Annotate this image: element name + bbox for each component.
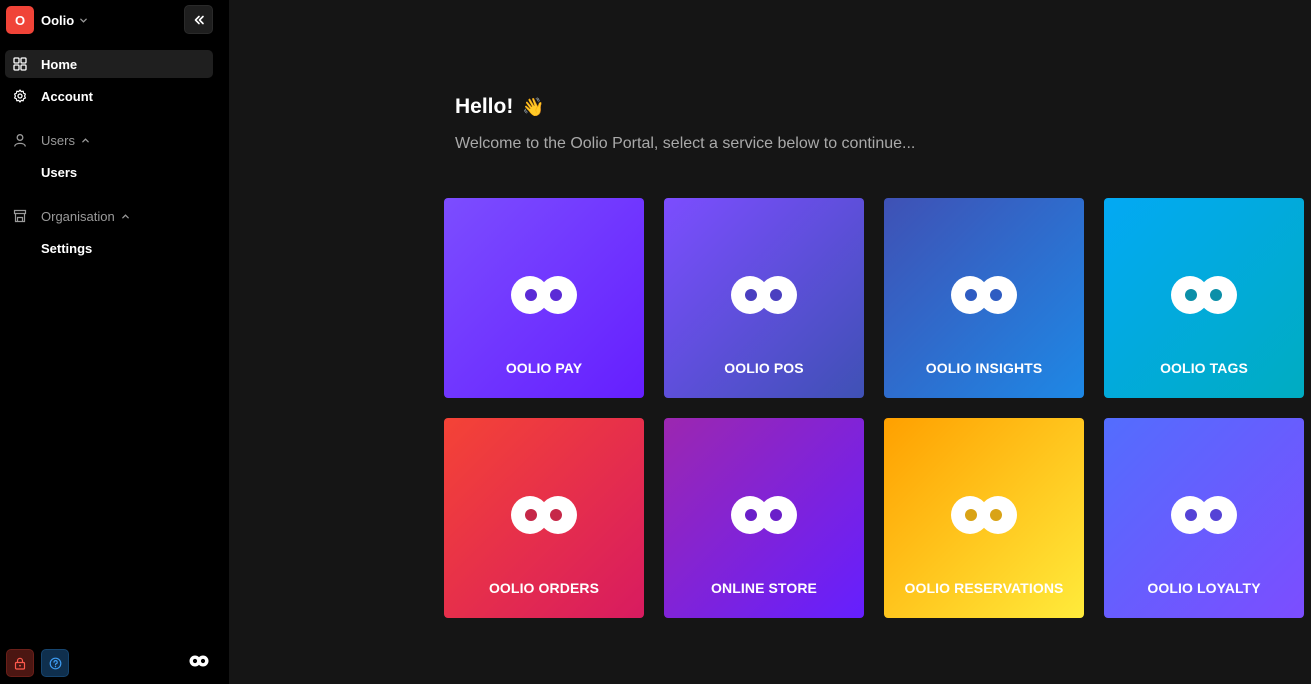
nav-group-label-organisation: Organisation (41, 208, 115, 224)
service-tile-label: OOLIO LOYALTY (1147, 580, 1261, 596)
help-icon (49, 657, 61, 669)
chevron-down-icon (79, 16, 88, 25)
service-tile[interactable]: OOLIO INSIGHTS (884, 198, 1084, 398)
welcome-subtitle: Welcome to the Oolio Portal, select a se… (455, 135, 916, 152)
lock-button[interactable] (6, 649, 34, 677)
greeting: Hello! 👋 (455, 93, 545, 121)
oolio-logo-icon (511, 276, 577, 314)
service-tile[interactable]: ONLINE STORE (664, 418, 864, 618)
org-name: Oolio (41, 12, 75, 28)
oolio-logo-icon (1171, 276, 1237, 314)
sidebar-item-users[interactable]: Users (36, 159, 206, 185)
nav-item-home[interactable]: Home (5, 50, 213, 78)
sidebar: O Oolio Home Account Users Users Organis… (0, 0, 229, 684)
service-tile-label: OOLIO RESERVATIONS (904, 580, 1064, 596)
service-tile[interactable]: OOLIO PAY (444, 198, 644, 398)
user-icon (12, 132, 28, 148)
service-tile-label: OOLIO TAGS (1160, 360, 1248, 376)
service-tile[interactable]: OOLIO TAGS (1104, 198, 1304, 398)
oolio-logo-icon (511, 496, 577, 534)
grid-icon (12, 56, 28, 72)
oolio-logo-icon (951, 276, 1017, 314)
greeting-text: Hello! (455, 95, 514, 118)
oolio-logo-icon (951, 496, 1017, 534)
service-tile-label: OOLIO POS (724, 360, 804, 376)
double-chevron-left-icon (194, 15, 204, 24)
oolio-logo-icon (189, 655, 209, 667)
sidebar-item-label: Users (41, 164, 78, 180)
nav-group-label-users: Users (41, 132, 75, 148)
org-switcher[interactable]: O Oolio (6, 6, 126, 34)
main-content: Hello! 👋 Welcome to the Oolio Portal, se… (229, 0, 1311, 684)
service-tile[interactable]: OOLIO POS (664, 198, 864, 398)
lock-icon (14, 657, 26, 670)
nav-item-account[interactable]: Account (5, 82, 213, 110)
collapse-sidebar-button[interactable] (184, 5, 213, 34)
oolio-logo-icon (731, 496, 797, 534)
chevron-up-icon (121, 212, 130, 221)
nav-label-home: Home (41, 56, 78, 72)
nav-label-account: Account (41, 88, 93, 104)
nav-group-organisation[interactable]: Organisation (5, 203, 213, 229)
org-logo: O (6, 6, 34, 34)
service-tile-label: ONLINE STORE (711, 580, 817, 596)
service-tile-label: OOLIO PAY (505, 360, 583, 376)
oolio-logo-icon (731, 276, 797, 314)
service-tile-label: OOLIO INSIGHTS (925, 360, 1043, 376)
help-button[interactable] (41, 649, 69, 677)
waving-hand-icon: 👋 (522, 96, 545, 117)
oolio-logo-icon (1171, 496, 1237, 534)
gear-icon (12, 88, 28, 104)
chevron-up-icon (81, 136, 90, 145)
store-icon (12, 208, 28, 224)
nav-group-users[interactable]: Users (5, 127, 213, 153)
sidebar-item-settings[interactable]: Settings (36, 235, 206, 261)
service-tile-label: OOLIO ORDERS (488, 580, 600, 596)
service-tile[interactable]: OOLIO RESERVATIONS (884, 418, 1084, 618)
service-tile[interactable]: OOLIO ORDERS (444, 418, 644, 618)
sidebar-item-label: Settings (41, 240, 93, 256)
service-tile[interactable]: OOLIO LOYALTY (1104, 418, 1304, 618)
